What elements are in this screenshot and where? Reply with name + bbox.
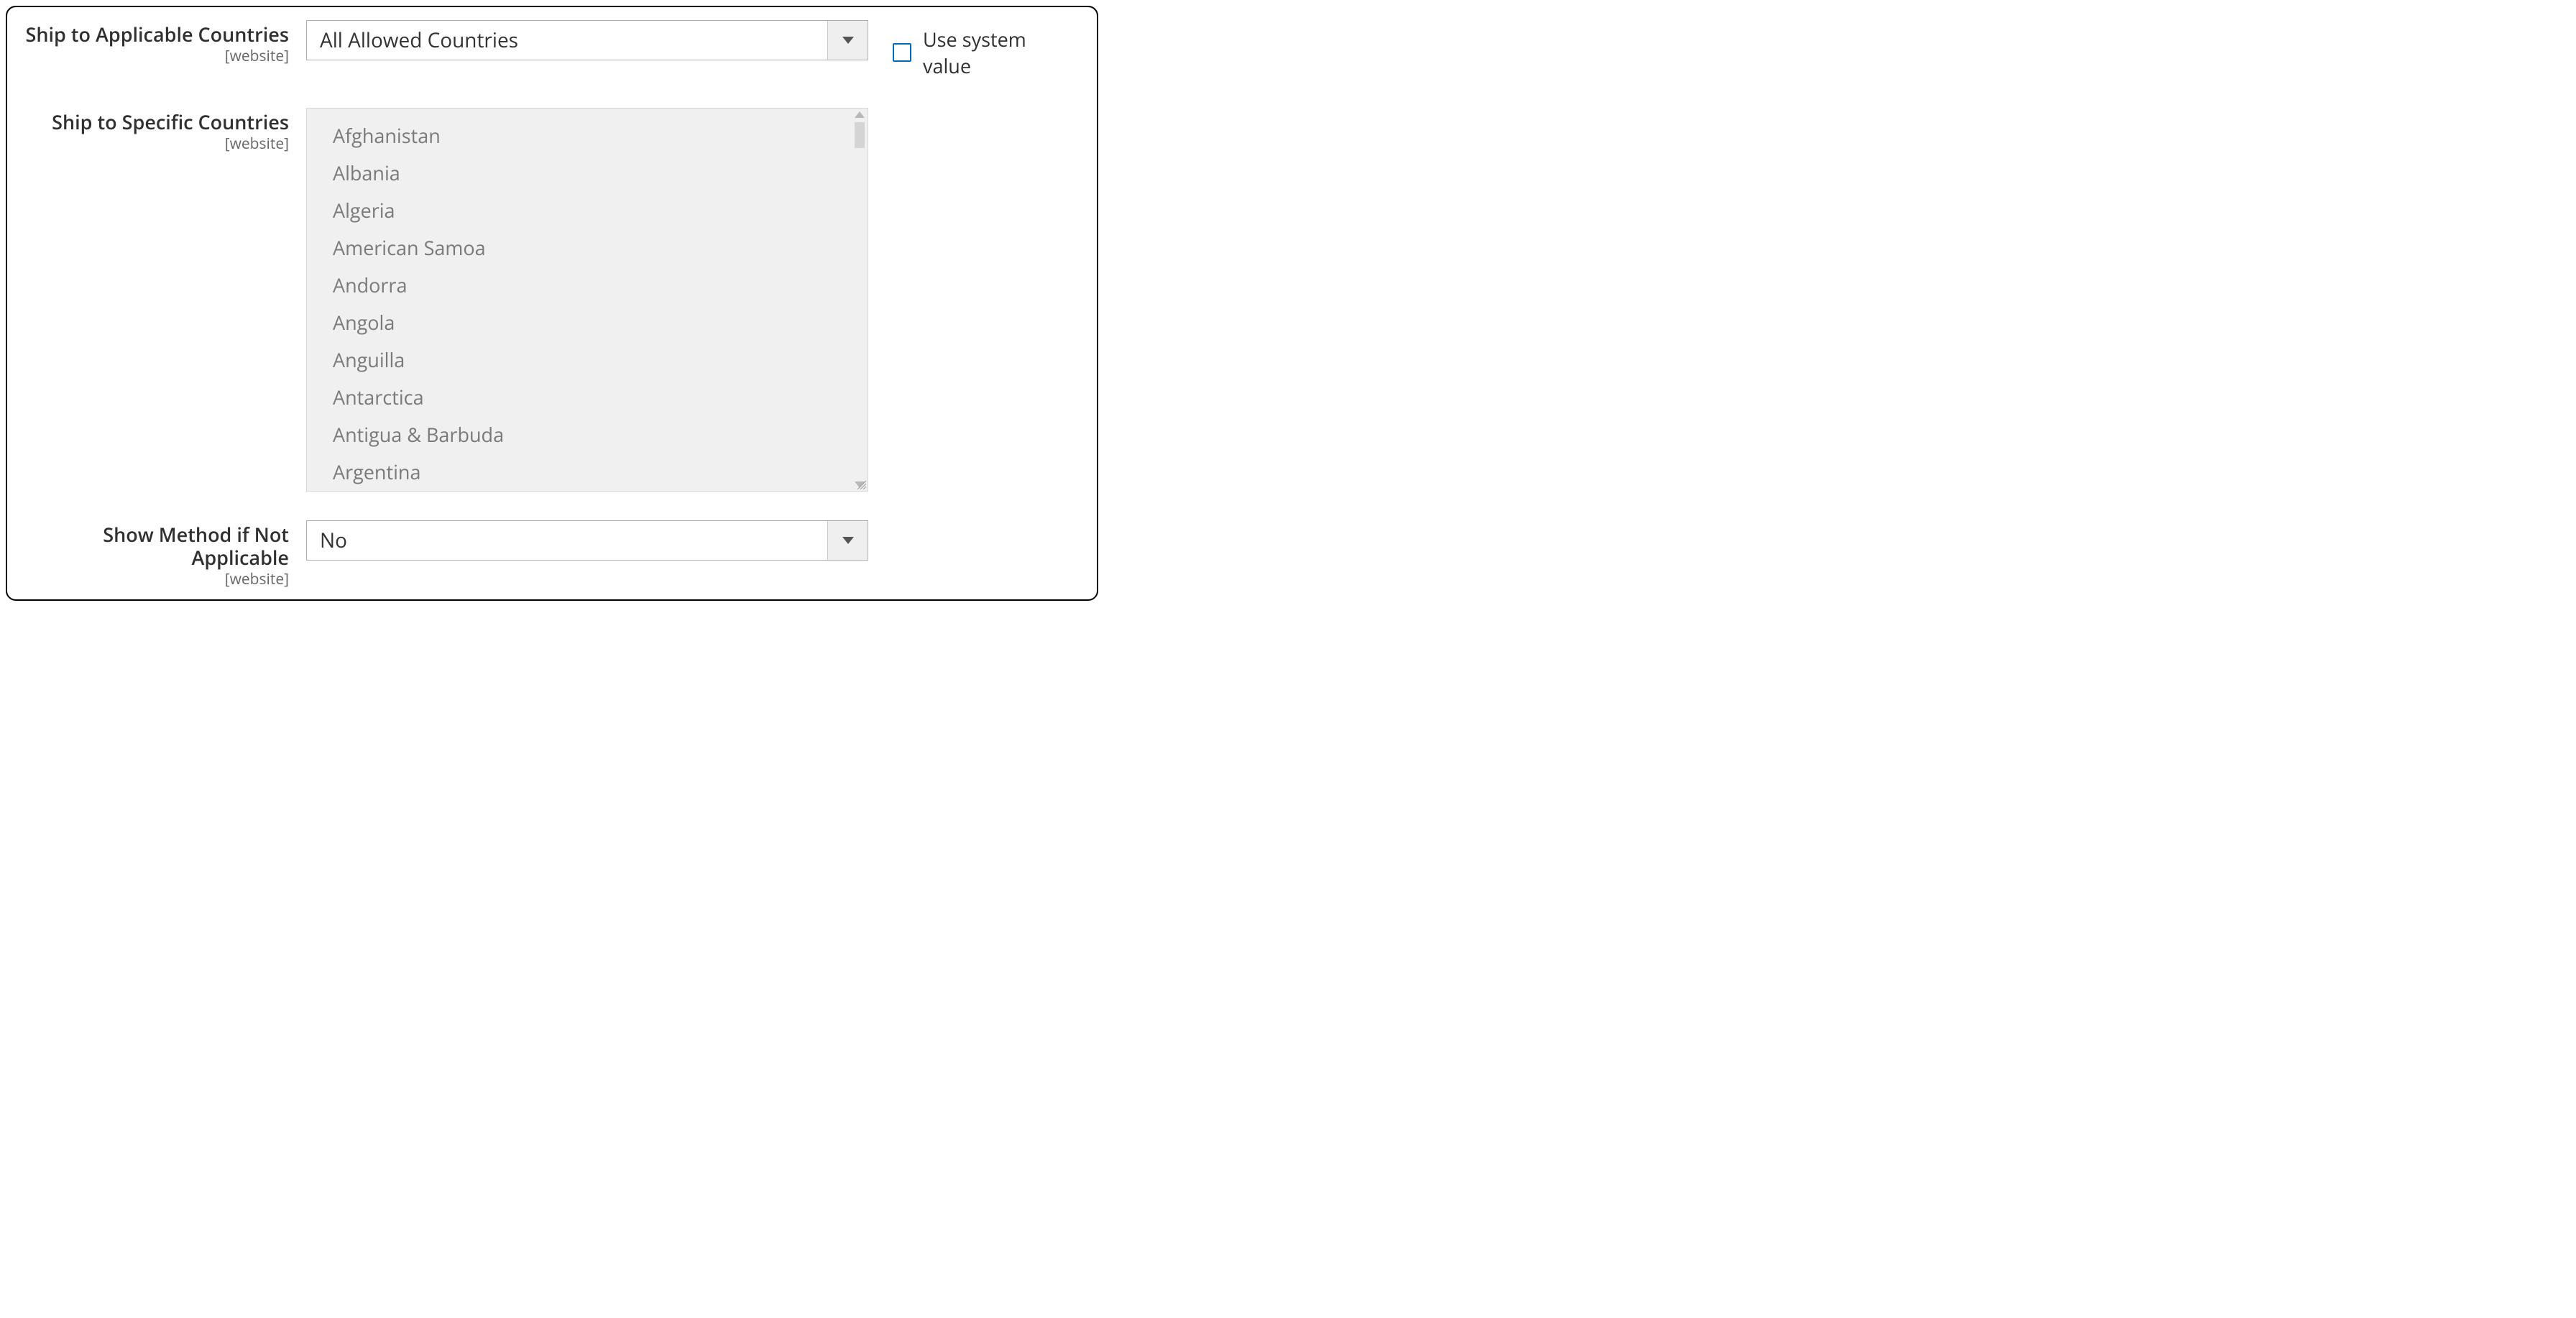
chevron-down-icon (827, 521, 868, 560)
label-col: Ship to Specific Countries [website] (20, 108, 306, 152)
control-col: No (306, 520, 868, 561)
country-option: American Samoa (333, 229, 868, 267)
use-system-value-checkbox[interactable] (893, 43, 911, 62)
extra-col: Use system value (868, 20, 1075, 79)
resize-handle-icon (855, 478, 866, 489)
scope-ship-specific: [website] (20, 135, 289, 152)
country-option: Afghanistan (333, 117, 868, 155)
label-ship-specific: Ship to Specific Countries (20, 111, 289, 134)
extra-col (868, 108, 1075, 114)
label-col: Show Method if Not Applicable [website] (20, 520, 306, 588)
control-col: All Allowed Countries (306, 20, 868, 60)
ship-applicable-select[interactable]: All Allowed Countries (306, 20, 868, 60)
extra-col (868, 520, 1075, 526)
ship-specific-multiselect: AfghanistanAlbaniaAlgeriaAmerican SamoaA… (306, 108, 868, 492)
scrollbar (853, 110, 866, 489)
scope-ship-applicable: [website] (20, 47, 289, 65)
show-method-select[interactable]: No (306, 520, 868, 561)
country-option: Albania (333, 155, 868, 192)
country-option: Antarctica (333, 379, 868, 416)
select-value: No (307, 521, 827, 560)
chevron-down-icon (827, 21, 868, 60)
scroll-thumb (855, 122, 865, 148)
row-ship-specific: Ship to Specific Countries [website] Afg… (20, 108, 1075, 492)
country-option: Algeria (333, 192, 868, 229)
label-ship-applicable: Ship to Applicable Countries (20, 23, 289, 46)
label-col: Ship to Applicable Countries [website] (20, 20, 306, 65)
config-form: Ship to Applicable Countries [website] A… (6, 6, 1098, 601)
scope-show-method: [website] (20, 571, 289, 588)
control-col: AfghanistanAlbaniaAlgeriaAmerican SamoaA… (306, 108, 868, 492)
row-ship-applicable: Ship to Applicable Countries [website] A… (20, 20, 1075, 79)
scroll-up-icon (855, 111, 865, 118)
row-show-method: Show Method if Not Applicable [website] … (20, 520, 1075, 588)
label-show-method: Show Method if Not Applicable (20, 523, 289, 569)
country-option: Andorra (333, 267, 868, 304)
select-value: All Allowed Countries (307, 21, 827, 60)
country-option: Argentina (333, 453, 868, 491)
multiselect-options: AfghanistanAlbaniaAlgeriaAmerican SamoaA… (307, 109, 868, 492)
country-option: Angola (333, 304, 868, 341)
country-option: Antigua & Barbuda (333, 416, 868, 453)
use-system-value-label: Use system value (923, 26, 1075, 79)
country-option: Anguilla (333, 341, 868, 379)
